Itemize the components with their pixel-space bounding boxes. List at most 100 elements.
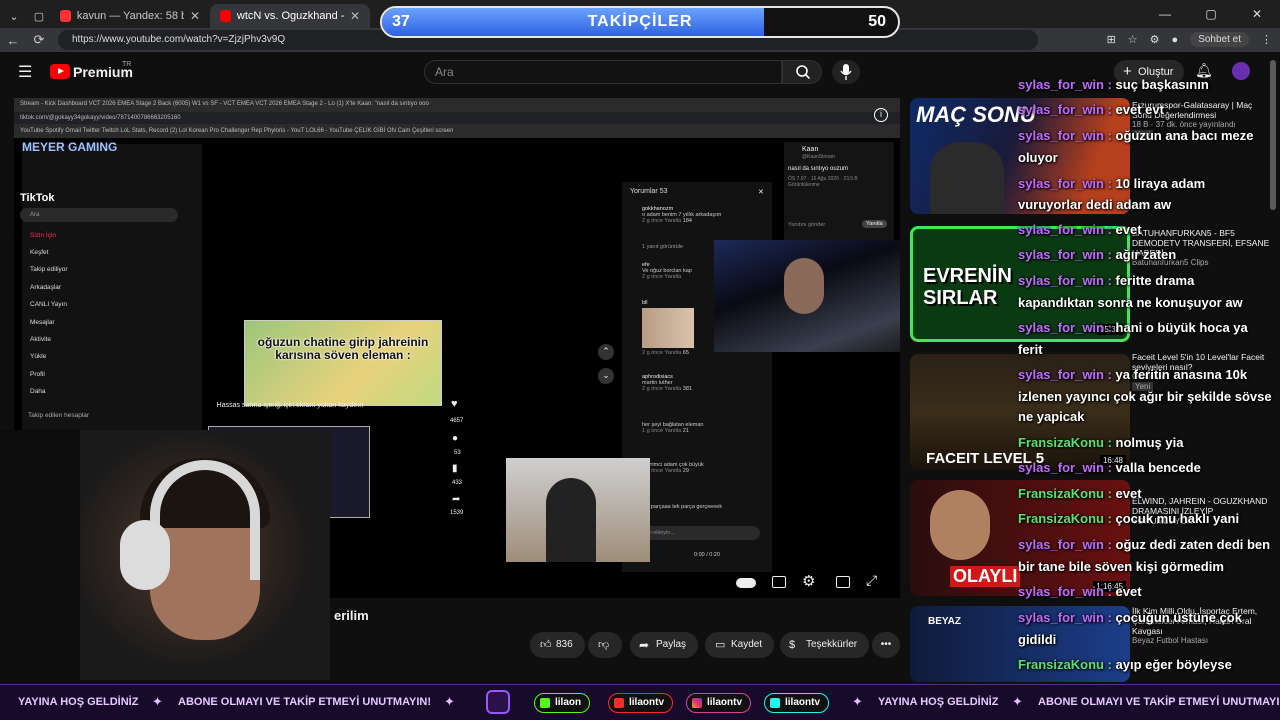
comment-photo — [642, 308, 694, 348]
info-icon[interactable]: i — [874, 108, 888, 122]
browser-tab-active[interactable]: wtcN vs. Oguzkhand - Jahrein ✕ — [210, 4, 370, 28]
chat-username[interactable]: sylas_for_win : — [1018, 367, 1116, 382]
scroll-up-icon[interactable]: ⌃ — [598, 344, 614, 360]
tiktok-menu-item[interactable]: Mesajlar — [30, 319, 55, 326]
tiktok-menu-item[interactable]: Keşfet — [30, 249, 48, 256]
browser-tab[interactable]: kavun — Yandex: 58 bin sonuç bu ✕ — [50, 4, 210, 28]
chat-text: evet evt — [1115, 102, 1164, 117]
translate-icon[interactable]: ⊞ — [1107, 33, 1116, 46]
chat-button[interactable]: Sohbet et — [1190, 32, 1249, 47]
chat-username[interactable]: sylas_for_win : — [1018, 460, 1116, 475]
subtitles-icon[interactable] — [772, 576, 786, 588]
reply-button[interactable]: Yanıtla — [862, 220, 887, 228]
save-button[interactable]: ▭ Kaydet — [705, 632, 775, 658]
tiktok-menu-item[interactable]: Profil — [30, 371, 45, 378]
chat-username[interactable]: sylas_for_win : — [1018, 247, 1116, 262]
maximize-icon[interactable]: ▢ — [1188, 0, 1234, 28]
voice-search-button[interactable] — [832, 60, 860, 84]
search-input[interactable]: Ara — [424, 60, 782, 84]
star-icon: ✦ — [152, 694, 163, 709]
close-window-icon[interactable]: ✕ — [1234, 0, 1280, 28]
profile-icon[interactable]: ● — [1172, 34, 1179, 46]
reply-input[interactable]: Yanıtını gönder — [788, 222, 825, 228]
tiktok-menu-item[interactable]: Takip ediliyor — [30, 266, 68, 273]
chat-username[interactable]: sylas_for_win : — [1018, 102, 1116, 117]
chat-username[interactable]: FransizaKonu : — [1018, 435, 1116, 450]
comment-item: gokkhanozm o adam benim 7 yıllık arkadaşı… — [642, 206, 722, 224]
chat-username[interactable]: sylas_for_win : — [1018, 222, 1116, 237]
thumbnail-caption: EVRENİN SIRLAR — [923, 265, 1012, 309]
tiktok-search-input[interactable]: Ara — [20, 208, 178, 222]
tiktok-menu-item[interactable]: Arkadaşlar — [30, 284, 61, 291]
tiktok-menu-item[interactable]: CANLI Yayın — [30, 301, 67, 308]
chat-text: oluyor — [1018, 150, 1058, 165]
settings-gear-icon[interactable]: ⚙ — [802, 572, 815, 590]
chat-username[interactable]: sylas_for_win : — [1018, 610, 1116, 625]
chat-username[interactable]: sylas_for_win : — [1018, 77, 1116, 92]
tiktok-menu-item[interactable]: Daha — [30, 388, 46, 395]
chat-username[interactable]: sylas_for_win : — [1018, 320, 1116, 335]
hamburger-menu-icon[interactable]: ☰ — [18, 62, 32, 82]
youtube-logo-icon[interactable] — [50, 64, 70, 79]
fullscreen-icon[interactable]: ⤢ — [866, 572, 877, 589]
tiktok-menu-item[interactable]: Aktivite — [30, 336, 51, 343]
tab-actions-icon[interactable]: ▢ — [28, 10, 50, 23]
chat-message: FransizaKonu : nolmuş yia — [1018, 435, 1183, 451]
thanks-button[interactable]: $ Teşekkürler — [780, 632, 870, 658]
scroll-down-icon[interactable]: ⌄ — [598, 368, 614, 384]
share-button[interactable]: ➦ Paylaş — [630, 632, 699, 658]
close-tab-icon[interactable]: ✕ — [190, 9, 200, 23]
autoplay-toggle[interactable] — [736, 578, 756, 588]
close-tab-icon[interactable]: ✕ — [350, 9, 360, 23]
chat-username[interactable]: sylas_for_win : — [1018, 584, 1116, 599]
bookmark-icon[interactable]: ☆ — [1128, 33, 1138, 46]
browser-toolbar: ⊞ ☆ ⚙ ● Sohbet et ⋮ — [1107, 32, 1272, 47]
comment-bubble-icon[interactable]: ● — [452, 433, 458, 444]
search-button[interactable] — [782, 60, 822, 84]
chat-username[interactable]: sylas_for_win : — [1018, 128, 1116, 143]
instagram-handle: lilaontv — [686, 693, 752, 713]
like-button[interactable]: 👍︎ 836 — [530, 632, 585, 658]
sensitive-content-notice: Hassas sarma içeriği için ekranı yukarı … — [216, 402, 364, 409]
back-icon[interactable]: ← — [0, 33, 26, 48]
chat-username[interactable]: sylas_for_win : — [1018, 537, 1116, 552]
chat-username[interactable]: sylas_for_win : — [1018, 176, 1116, 191]
more-menu-icon[interactable]: ⋮ — [1261, 33, 1272, 46]
page-scrollbar[interactable] — [1270, 60, 1276, 210]
tiktok-likes-count: 4657 — [450, 418, 464, 424]
share-icon: ➦ — [639, 638, 650, 652]
tweet-panel: Kaan @KaanStream nasıl da sıntıyo ouzum … — [784, 142, 894, 242]
chat-username[interactable]: FransizaKonu : — [1018, 511, 1116, 526]
extensions-icon[interactable]: ⚙ — [1150, 33, 1160, 46]
chat-username[interactable]: sylas_for_win : — [1018, 273, 1116, 288]
close-comments-icon[interactable]: ✕ — [758, 188, 764, 196]
meyer-gaming-logo: MEYER GAMING — [22, 140, 118, 154]
avatar[interactable] — [1232, 62, 1250, 80]
chat-text: suç başkasının — [1115, 77, 1209, 92]
tab-menu-icon[interactable]: ⌄ — [0, 10, 28, 23]
save-bookmark-icon[interactable]: ▮ — [452, 463, 458, 474]
like-count: 836 — [556, 639, 573, 650]
chat-username[interactable]: FransizaKonu : — [1018, 657, 1116, 672]
youtube-icon — [614, 698, 624, 708]
chat-text: evet — [1115, 584, 1142, 599]
search-icon — [796, 65, 811, 80]
minimize-icon[interactable]: — — [1142, 0, 1188, 28]
share-arrow-icon[interactable]: ➦ — [452, 494, 460, 505]
streamer-webcam — [0, 430, 330, 680]
tiktok-menu-item[interactable]: Yükle — [30, 353, 46, 360]
goal-target: 50 — [868, 13, 886, 30]
star-icon: ✦ — [444, 694, 455, 709]
tiktok-menu-item[interactable]: Sizin İçin — [30, 232, 56, 239]
more-actions-button[interactable]: ••• — [872, 632, 900, 658]
reload-icon[interactable]: ⟳ — [26, 32, 52, 48]
chat-text: kapandıktan sonra ne konuşuyor aw — [1018, 295, 1243, 310]
chat-text: evet — [1115, 222, 1142, 237]
chat-text: ya feritin anasına 10k — [1115, 367, 1248, 382]
tab-title: kavun — Yandex: 58 bin sonuç bu — [76, 10, 184, 22]
miniplayer-icon[interactable] — [836, 576, 850, 588]
chat-message: sylas_for_win : çocuğun üstüne çok — [1018, 610, 1242, 626]
dislike-button[interactable]: 👎︎ — [588, 632, 622, 658]
chat-username[interactable]: FransizaKonu : — [1018, 486, 1116, 501]
like-heart-icon[interactable]: ♥ — [451, 398, 458, 410]
